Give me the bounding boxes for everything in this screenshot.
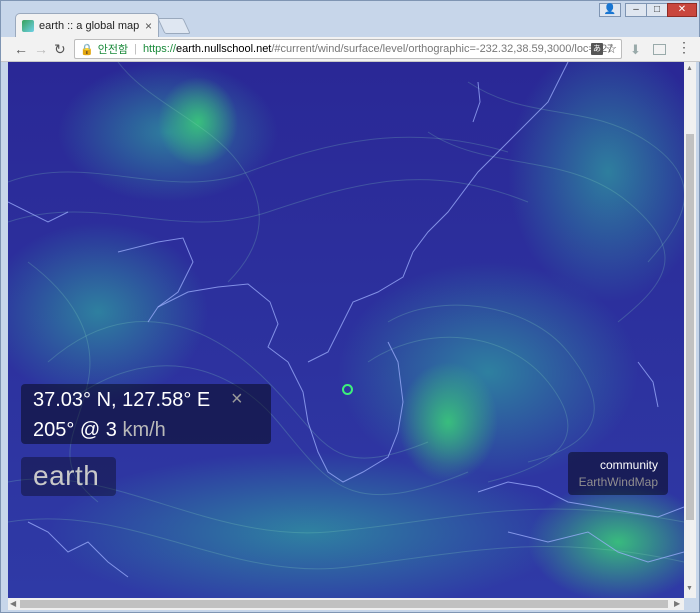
wind-unit[interactable]: km/h (122, 419, 165, 441)
horizontal-scroll-thumb[interactable] (20, 600, 668, 608)
scroll-down-icon[interactable]: ▼ (686, 585, 693, 592)
back-arrow-icon[interactable]: ← (14, 40, 28, 58)
title-bar: earth :: a global map of × 👤 – □ ✕ (1, 1, 700, 37)
new-tab-button[interactable] (157, 18, 191, 34)
wind-value: 205° @ 3 (33, 419, 117, 441)
translate-icon[interactable]: あ (591, 43, 603, 55)
wind-core-center (398, 362, 498, 482)
vertical-scroll-thumb[interactable] (686, 134, 694, 520)
menu-icon[interactable]: ⋮ (677, 40, 691, 54)
browser-tab[interactable]: earth :: a global map of × (15, 13, 159, 37)
url-host: earth.nullschool.net (175, 43, 272, 55)
scroll-left-icon[interactable]: ◀ (10, 599, 16, 608)
security-label: 안전함 (97, 44, 129, 56)
tab-title: earth :: a global map of (39, 19, 140, 32)
location-coordinates: 37.03° N, 127.58° E (33, 389, 211, 411)
browser-window: earth :: a global map of × 👤 – □ ✕ ← → ↻… (0, 0, 700, 613)
community-label: community (599, 458, 658, 472)
close-location-icon[interactable]: × (231, 388, 243, 411)
location-marker[interactable] (342, 384, 353, 395)
url-separator: | (134, 43, 137, 55)
url-path: /#current/wind/surface/level/orthographi… (271, 43, 614, 55)
lock-icon: 🔒 (80, 43, 94, 56)
browser-toolbar: ← → ↻ 🔒 안전함 | https:// earth.nullschool.… (1, 37, 700, 62)
earth-favicon-icon (22, 19, 34, 32)
community-panel: community EarthWindMap (568, 452, 668, 495)
bookmark-star-icon[interactable]: ☆ (605, 41, 617, 57)
scroll-right-icon[interactable]: ▶ (674, 599, 680, 608)
minimize-button[interactable]: – (625, 3, 647, 17)
earth-map-viewport[interactable]: 37.03° N, 127.58° E × 205° @ 3 km/h eart… (8, 62, 684, 598)
reload-icon[interactable]: ↻ (54, 40, 66, 58)
tab-close-icon[interactable]: × (145, 19, 152, 33)
wind-map[interactable] (8, 62, 684, 598)
download-extension-icon[interactable]: ⬇ (630, 42, 641, 58)
address-bar[interactable]: 🔒 안전함 | https:// earth.nullschool.net /#… (74, 39, 622, 59)
forward-arrow-icon[interactable]: → (34, 40, 48, 58)
vertical-scrollbar[interactable]: ▲ ▼ (684, 62, 696, 598)
maximize-button[interactable]: □ (646, 3, 668, 17)
location-info-panel: 37.03° N, 127.58° E × 205° @ 3 km/h (21, 384, 271, 444)
cast-extension-icon[interactable] (653, 44, 666, 55)
earth-menu-button[interactable]: earth (21, 457, 116, 496)
earthwindmap-link[interactable]: EarthWindMap (579, 475, 658, 489)
close-window-button[interactable]: ✕ (667, 3, 697, 17)
user-profile-icon[interactable]: 👤 (599, 3, 621, 17)
horizontal-scrollbar[interactable]: ◀ ▶ (8, 598, 684, 610)
url-scheme: https:// (142, 43, 176, 55)
wind-core-north (158, 77, 238, 167)
scroll-up-icon[interactable]: ▲ (686, 65, 693, 72)
wind-readout: 205° @ 3 km/h (33, 419, 166, 442)
